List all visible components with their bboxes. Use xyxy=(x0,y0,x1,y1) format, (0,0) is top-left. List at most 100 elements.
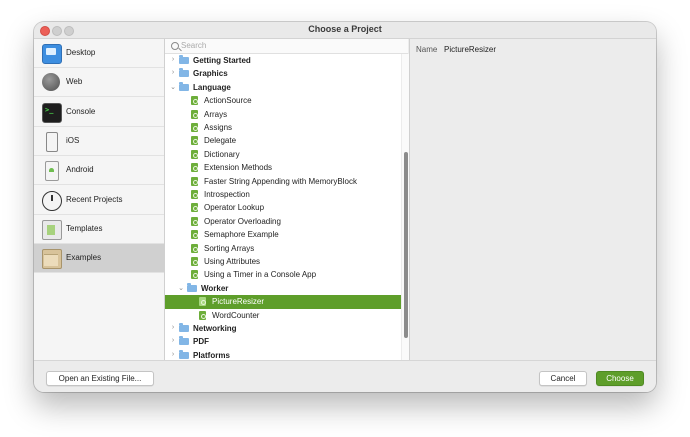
folder-icon xyxy=(179,336,189,346)
folder-icon xyxy=(187,282,197,292)
sidebar-item-label: iOS xyxy=(66,135,80,145)
tree-item-row[interactable]: ActionSource xyxy=(165,94,401,107)
tree-scrollbar-thumb[interactable] xyxy=(404,152,408,338)
tree-row-label: Networking xyxy=(193,324,237,333)
sidebar-item-label: Desktop xyxy=(66,48,96,57)
open-existing-file-button[interactable]: Open an Existing File... xyxy=(46,371,154,386)
phone-icon xyxy=(46,131,58,152)
tree-item-row[interactable]: Operator Overloading xyxy=(165,215,401,228)
project-file-icon xyxy=(191,149,198,159)
chevron-right-icon[interactable]: › xyxy=(169,69,177,76)
sidebar-item-ios[interactable]: iOS xyxy=(34,126,164,156)
sidebar-item-label: Web xyxy=(66,77,83,87)
sidebar-item-label: Recent Projects xyxy=(66,194,123,204)
chevron-right-icon[interactable]: › xyxy=(169,351,177,358)
tree-item-row[interactable]: Extension Methods xyxy=(165,161,401,174)
tree-folder-row[interactable]: › PDF xyxy=(165,335,401,348)
chevron-down-icon[interactable]: ⌄ xyxy=(169,83,177,91)
tree-row-label: Language xyxy=(193,82,231,92)
folder-icon xyxy=(179,81,189,91)
project-file-icon xyxy=(199,297,206,307)
tree-row-label: Delegate xyxy=(204,136,237,146)
sidebar-item-templates[interactable]: Templates xyxy=(34,214,164,244)
folder-icon xyxy=(179,55,189,64)
chevron-right-icon[interactable]: › xyxy=(169,56,177,63)
choose-button[interactable]: Choose xyxy=(596,371,644,386)
folder-icon xyxy=(179,349,189,359)
tree-item-row[interactable]: Sorting Arrays xyxy=(165,242,401,255)
sidebar-item-console[interactable]: Console xyxy=(34,97,164,127)
project-file-icon xyxy=(191,163,198,173)
tree-row-label: Semaphore Example xyxy=(204,230,279,240)
dialog-footer: Open an Existing File... Cancel Choose xyxy=(34,360,656,392)
sidebar-item-android[interactable]: Android xyxy=(34,156,164,186)
tree-row-label: ActionSource xyxy=(204,96,252,106)
search-input[interactable] xyxy=(181,40,381,51)
tree-row-label: Assigns xyxy=(204,123,233,132)
tree-item-row[interactable]: WordCounter xyxy=(165,309,401,322)
project-file-icon xyxy=(191,176,198,186)
tree-folder-row[interactable]: › Networking xyxy=(165,322,401,335)
tree-item-row[interactable]: Using Attributes xyxy=(165,255,401,268)
name-label: Name xyxy=(416,45,438,54)
sidebar-item-recent-projects[interactable]: Recent Projects xyxy=(34,185,164,215)
choose-project-window: Choose a Project Desktop Web Console iOS And… xyxy=(34,22,656,392)
tree-item-row[interactable]: Introspection xyxy=(165,188,401,201)
tree-item-row[interactable]: Semaphore Example xyxy=(165,228,401,241)
android-phone-icon xyxy=(45,161,59,182)
tree-row-label: Getting Started xyxy=(193,56,251,65)
tree-scrollbar[interactable] xyxy=(401,54,409,360)
tree-item-row[interactable]: Assigns xyxy=(165,121,401,134)
project-file-icon xyxy=(191,216,198,226)
name-value: PictureResizer xyxy=(444,45,497,54)
tree-item-row[interactable]: Arrays xyxy=(165,108,401,121)
tree-item-row[interactable]: Using a Timer in a Console App xyxy=(165,268,401,281)
tree-row-label: PDF xyxy=(193,337,209,347)
tree-row-label: Operator Lookup xyxy=(204,203,265,213)
tree-item-row[interactable]: Operator Lookup xyxy=(165,201,401,214)
project-file-icon xyxy=(191,243,198,253)
tree-row-label: Arrays xyxy=(204,109,228,119)
project-type-sidebar: Desktop Web Console iOS Android Recent Projec… xyxy=(34,39,165,360)
examples-panel: › Getting Started › Graphics ⌄ Language Action… xyxy=(165,39,409,360)
sidebar-item-desktop[interactable]: Desktop xyxy=(34,39,164,68)
tree-folder-row[interactable]: ⌄ Worker xyxy=(165,282,401,295)
project-file-icon xyxy=(191,203,198,213)
tree-item-row[interactable]: Delegate xyxy=(165,134,401,147)
folder-icon xyxy=(42,249,62,270)
globe-icon xyxy=(42,73,60,92)
tree-row-label: Sorting Arrays xyxy=(204,243,255,253)
tree-item-row[interactable]: Dictionary xyxy=(165,148,401,161)
tree-row-label: Operator Overloading xyxy=(204,216,281,226)
sidebar-item-examples[interactable]: Examples xyxy=(34,244,164,274)
sidebar-item-label: Templates xyxy=(66,223,103,233)
chevron-right-icon[interactable]: › xyxy=(169,324,177,331)
search-bar xyxy=(165,39,408,54)
project-file-icon xyxy=(191,230,198,240)
sidebar-item-web[interactable]: Web xyxy=(34,68,164,98)
tree-item-row[interactable]: PictureResizer xyxy=(165,295,401,309)
title-bar: Choose a Project xyxy=(34,22,656,39)
sidebar-item-label: Examples xyxy=(66,253,102,263)
sidebar-item-label: Android xyxy=(66,165,94,175)
clock-icon xyxy=(42,190,62,211)
tree-row-label: Dictionary xyxy=(204,149,240,159)
tree-row-label: Platforms xyxy=(193,350,230,360)
tree-folder-row[interactable]: › Getting Started xyxy=(165,54,401,67)
tree-folder-row[interactable]: ⌄ Language xyxy=(165,81,401,94)
tree-item-row[interactable]: Faster String Appending with MemoryBlock xyxy=(165,175,401,188)
desktop-icon xyxy=(42,44,62,64)
tree-row-label: Using a Timer in a Console App xyxy=(204,270,317,280)
cancel-button[interactable]: Cancel xyxy=(539,371,587,386)
project-file-icon xyxy=(191,136,198,146)
project-file-icon xyxy=(191,190,198,199)
project-file-icon xyxy=(191,257,198,266)
window-title: Choose a Project xyxy=(308,24,382,34)
folder-icon xyxy=(179,323,189,332)
chevron-right-icon[interactable]: › xyxy=(169,337,177,344)
project-file-icon xyxy=(191,109,198,119)
chevron-down-icon[interactable]: ⌄ xyxy=(177,284,185,292)
search-icon xyxy=(171,42,179,50)
tree-folder-row[interactable]: › Graphics xyxy=(165,67,401,80)
project-file-icon xyxy=(191,96,198,106)
